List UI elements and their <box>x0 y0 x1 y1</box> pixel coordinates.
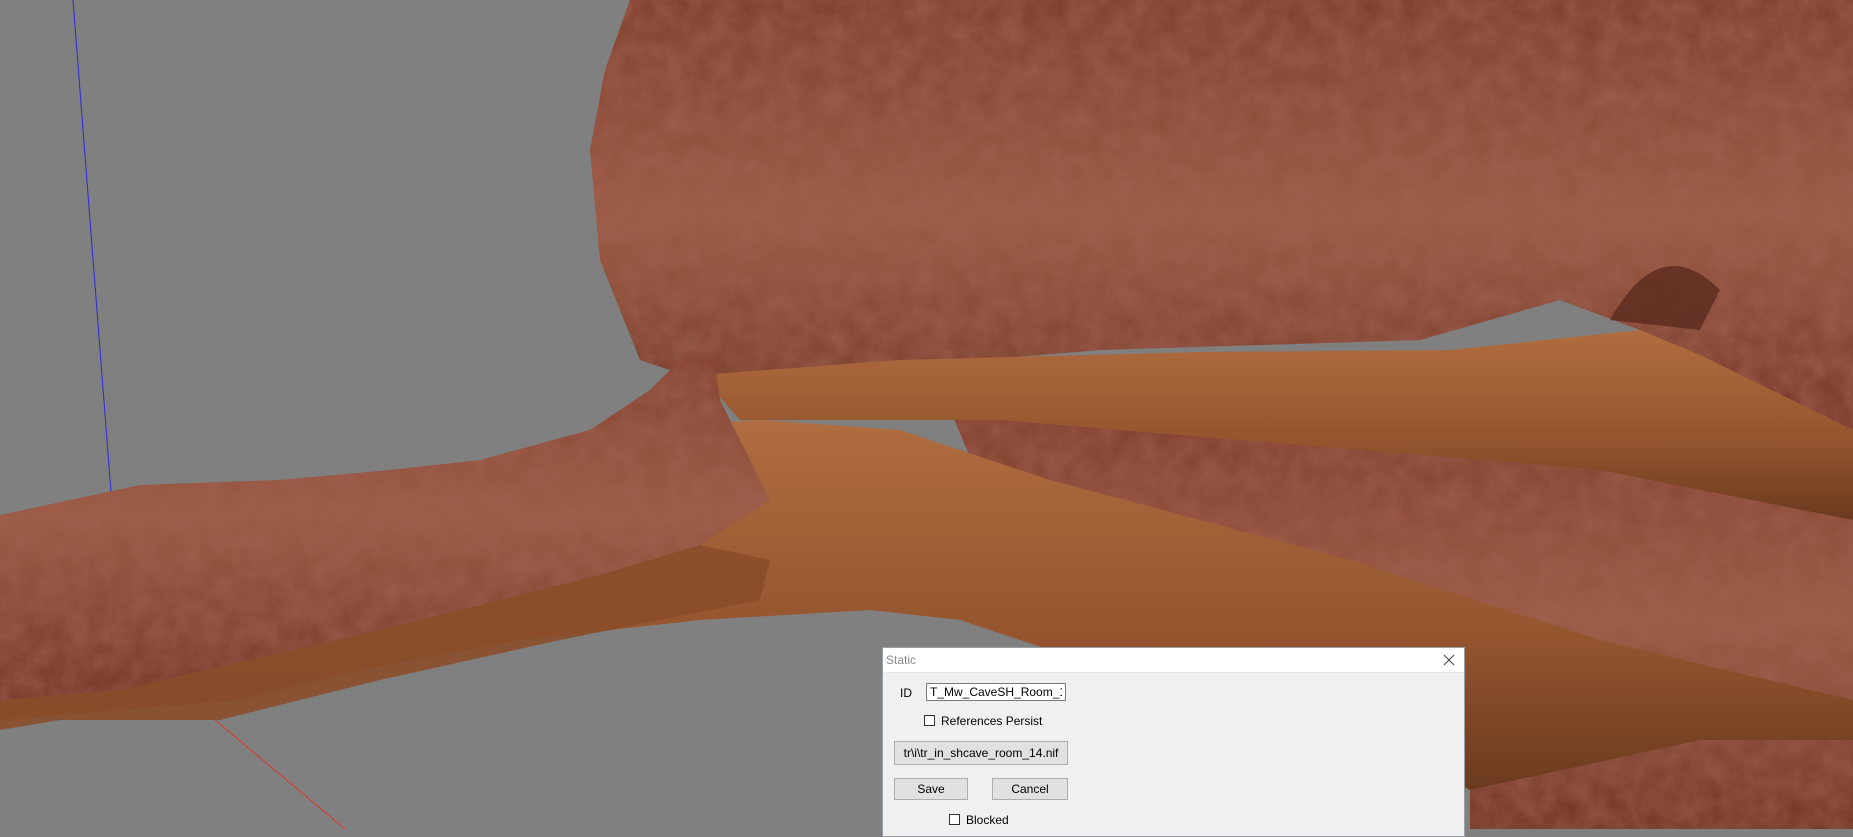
blocked-label: Blocked <box>966 813 1009 827</box>
blocked-checkbox[interactable] <box>949 814 960 825</box>
static-dialog: Static ID References Persist tr\i\tr_in_… <box>882 647 1465 837</box>
save-button-label: Save <box>917 782 945 796</box>
references-persist-checkbox[interactable] <box>924 715 935 726</box>
id-label: ID <box>900 686 912 700</box>
dialog-title: Static <box>886 653 917 667</box>
close-button[interactable] <box>1440 651 1458 669</box>
dialog-titlebar[interactable]: Static <box>883 648 1464 673</box>
model-path-button[interactable]: tr\i\tr_in_shcave_room_14.nif <box>894 741 1068 765</box>
x-axis-line <box>214 719 346 829</box>
model-path-label: tr\i\tr_in_shcave_room_14.nif <box>903 746 1059 760</box>
references-persist-label: References Persist <box>941 714 1043 728</box>
close-icon <box>1443 654 1455 666</box>
z-axis-line <box>72 0 113 506</box>
save-button[interactable]: Save <box>894 778 968 800</box>
id-field[interactable] <box>926 683 1066 701</box>
cancel-button[interactable]: Cancel <box>992 778 1068 800</box>
cancel-button-label: Cancel <box>1011 782 1049 796</box>
